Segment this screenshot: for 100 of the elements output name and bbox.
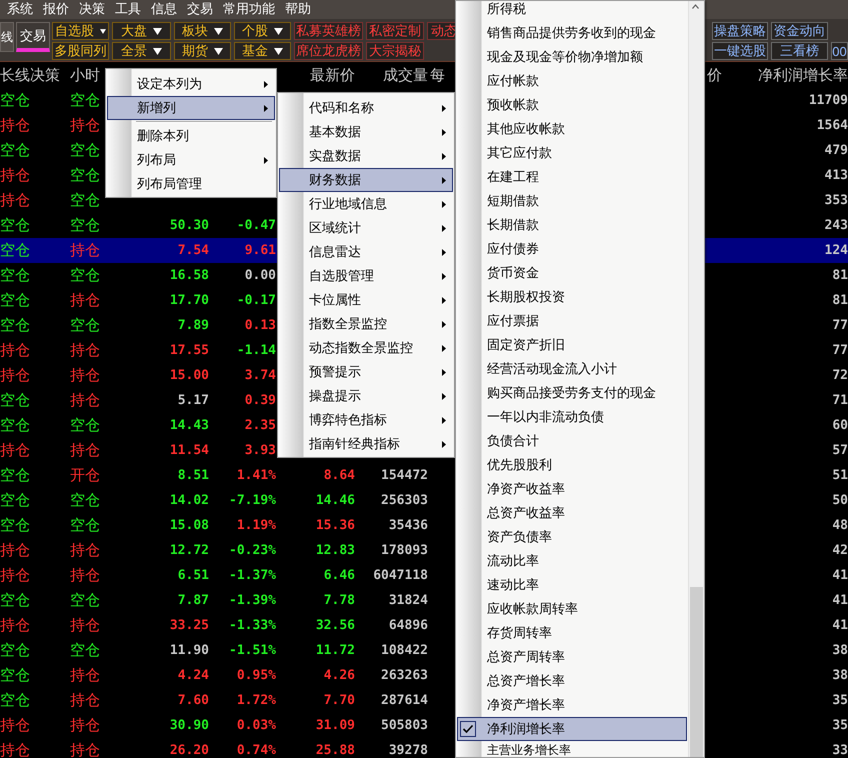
table-cell-text: 1.41% — [236, 468, 277, 483]
table-cell-text: 开仓 — [69, 466, 101, 485]
table-cell-text: 8.64 — [322, 468, 356, 483]
table-cell-text: 14.46 — [314, 493, 356, 508]
table-cell-text: 空仓 — [0, 316, 31, 335]
table-cell-text: 持仓 — [0, 541, 31, 560]
table-cell-text: 持仓 — [0, 616, 31, 635]
table-cell-text: 256303 — [380, 493, 429, 508]
table-cell-text: 124 — [824, 243, 848, 258]
table-cell-text: -1.33% — [228, 618, 277, 633]
table-cell-text: 空仓 — [0, 591, 31, 610]
table-cell-text: 持仓 — [69, 616, 101, 635]
table-cell-text: 33.25 — [168, 618, 210, 633]
table-cell-text: 空仓 — [69, 91, 101, 110]
table-cell-text: 39278 — [388, 743, 429, 758]
table-cell-text: 33 — [831, 743, 848, 758]
table-cell-text: 35436 — [388, 518, 429, 533]
table-cell-text: 持仓 — [69, 241, 101, 260]
table-cell-text: 48 — [831, 518, 848, 533]
table-cell-text: 空仓 — [0, 641, 31, 660]
table-cell-text: 持仓 — [69, 691, 101, 710]
table-cell-text: 16.58 — [168, 268, 210, 283]
table-cell-text: 持仓 — [69, 341, 101, 360]
table-cell-text: 空仓 — [69, 266, 101, 285]
table-cell-text: 17.70 — [168, 293, 210, 308]
table-cell-text: 空仓 — [0, 666, 31, 685]
table-cell-text: 11.90 — [168, 643, 210, 658]
table-cell-text: 空仓 — [69, 516, 101, 535]
table-cell-text: 持仓 — [69, 566, 101, 585]
table-cell-text: 1.19% — [236, 518, 277, 533]
table-cell-text: 178093 — [380, 543, 429, 558]
table-cell-text: -0.47 — [236, 218, 277, 233]
table-cell-text: 25.88 — [314, 743, 356, 758]
table-cell-text: 0.00 — [244, 268, 277, 283]
table-cell-text: 0.39 — [244, 393, 277, 408]
table-cell-text: 空仓 — [0, 466, 31, 485]
table-cell-text: 14.02 — [168, 493, 210, 508]
table-cell-text: 14.43 — [168, 418, 210, 433]
table-cell-text: 持仓 — [69, 541, 101, 560]
table-cell-text: 64896 — [388, 618, 429, 633]
table-cell-text: 空仓 — [0, 91, 31, 110]
table-cell-text: 11709 — [808, 93, 848, 108]
table-cell-text: 持仓 — [69, 366, 101, 385]
table-cell-text: 77 — [831, 318, 848, 333]
table-cell-text: 0.74% — [236, 743, 277, 758]
table-cell-text: 26.20 — [168, 743, 210, 758]
table-cell-text: 空仓 — [69, 216, 101, 235]
table-cell-text: 持仓 — [69, 291, 101, 310]
table-cell-text: 持仓 — [0, 366, 31, 385]
table-cell-text: 72 — [831, 368, 848, 383]
table-cell-text: 71 — [831, 393, 848, 408]
table-cell-text: 空仓 — [69, 191, 101, 210]
table-cell-text: 31824 — [388, 593, 429, 608]
table-cell-text: 15.36 — [314, 518, 356, 533]
table-cell-text: 17.55 — [168, 343, 210, 358]
table-cell-text: 空仓 — [0, 216, 31, 235]
table-cell-text: 2.35 — [244, 418, 277, 433]
table-cell-text: 空仓 — [69, 141, 101, 160]
table-cell-text: 243 — [824, 218, 848, 233]
table-cell-text: 4.26 — [322, 668, 356, 683]
table-cell-text: 空仓 — [0, 416, 31, 435]
table-cell-text: -1.39% — [228, 593, 277, 608]
table-cell-text: 空仓 — [0, 491, 31, 510]
table-cell-text: 50.30 — [168, 218, 210, 233]
table-cell-text: 15.00 — [168, 368, 210, 383]
table-cell-text: 持仓 — [69, 441, 101, 460]
table-cell-text: 持仓 — [69, 391, 101, 410]
table-cell-text: 30.90 — [168, 718, 210, 733]
table-cell-text: 空仓 — [69, 416, 101, 435]
table-cell-text: 空仓 — [69, 591, 101, 610]
table-cell-text: 41 — [831, 568, 848, 583]
table-cell-text: 11.72 — [314, 643, 356, 658]
table-cell-text: 7.87 — [176, 593, 210, 608]
table-cell-text: 7.70 — [322, 693, 356, 708]
table-cell-text: 持仓 — [69, 116, 101, 135]
table-cell-text: 7.60 — [176, 693, 210, 708]
table-cell-text: 1.72% — [236, 693, 277, 708]
table-cell-text: 6047118 — [372, 568, 429, 583]
table-cell-text: 持仓 — [0, 191, 31, 210]
table-cell-text: 持仓 — [0, 566, 31, 585]
table-cell-text: 空仓 — [0, 241, 31, 260]
table-cell-text: 38 — [831, 643, 848, 658]
table-cell-text: -7.19% — [228, 493, 277, 508]
table-cell-text: 持仓 — [0, 116, 31, 135]
table-cell-text: 8.51 — [176, 468, 210, 483]
table-cell-text: 1564 — [816, 118, 848, 133]
table-cell-text: 6.46 — [322, 568, 356, 583]
table-cell-text: 38 — [831, 668, 848, 683]
table-cell-text: 77 — [831, 343, 848, 358]
table-cell-text: 空仓 — [0, 266, 31, 285]
table-cell-text: 持仓 — [0, 441, 31, 460]
table-cell-text: 持仓 — [69, 741, 101, 758]
table-cell-text: 空仓 — [0, 516, 31, 535]
table-cell-text: 41 — [831, 618, 848, 633]
table-cell-text: 32.56 — [314, 618, 356, 633]
table-cell-text: 41 — [831, 593, 848, 608]
table-cell-text: -1.37% — [228, 568, 277, 583]
table-cell-text: 7.54 — [176, 243, 210, 258]
table-cell-text: 空仓 — [69, 316, 101, 335]
table-cell-text: 35 — [831, 693, 848, 708]
